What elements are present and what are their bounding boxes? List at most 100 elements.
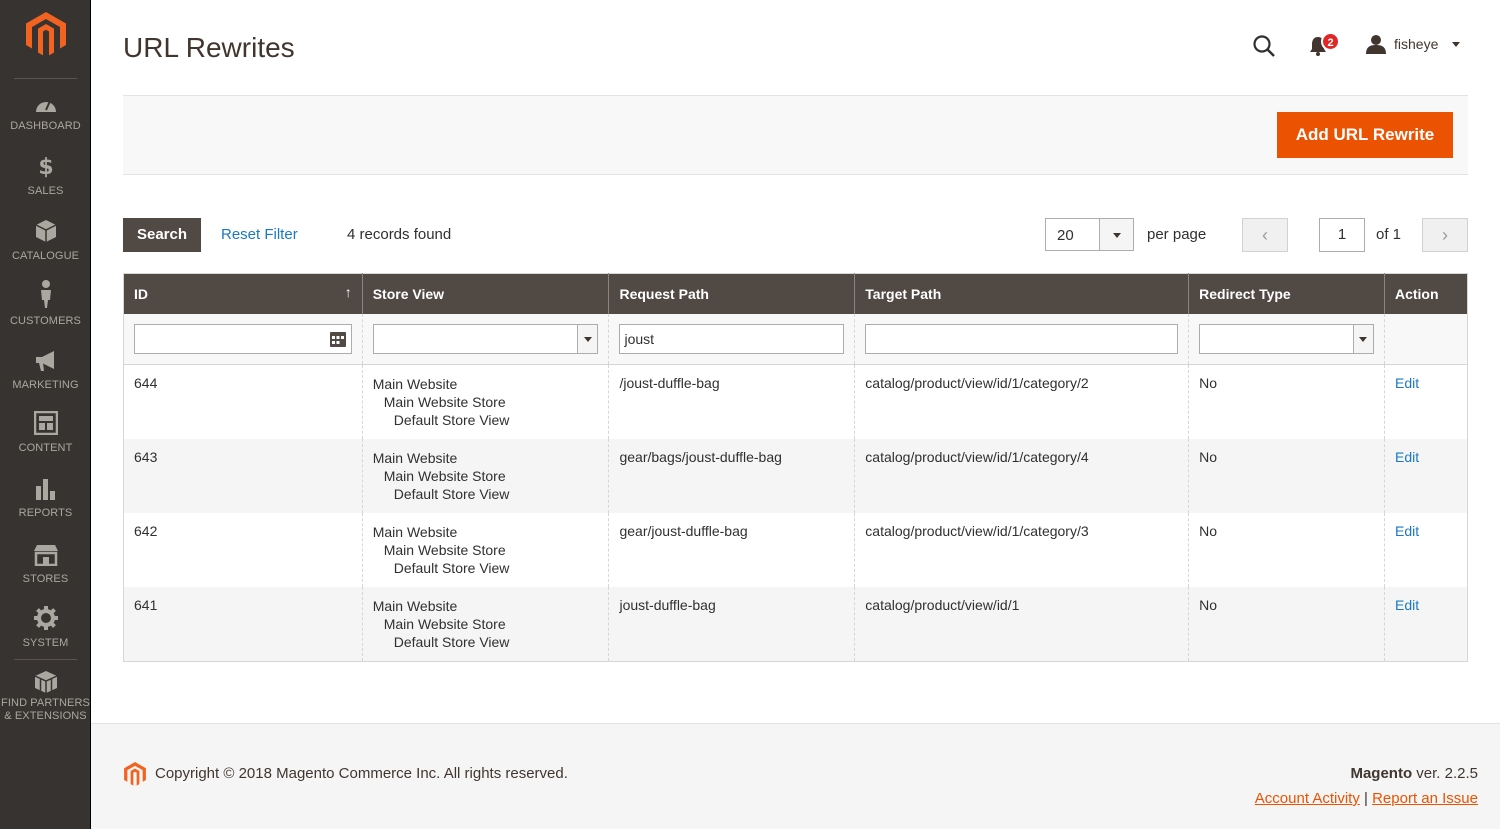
cell-redirect-type: No [1188,364,1385,439]
store-view-website: Main Website [372,524,458,540]
cell-id: 642 [123,513,363,587]
column-header-label: Redirect Type [1199,285,1291,302]
column-header-request-path[interactable]: Request Path [608,273,856,314]
column-header-store-view[interactable]: Store View [362,273,610,314]
id-filter-input[interactable] [134,323,352,354]
per-page-select[interactable]: 20 [1045,218,1134,251]
sidebar-item-label: REPORTS [18,507,73,519]
table-row[interactable]: 642 Main Website Main Website Store Defaul… [123,513,1468,587]
username: fisheye [1394,36,1439,52]
edit-link[interactable]: Edit [1395,523,1419,539]
cell-redirect-type: No [1188,587,1385,662]
edit-link[interactable]: Edit [1395,375,1419,391]
magento-logo-icon [124,762,146,786]
chevron-down-icon [1452,41,1461,47]
sidebar-item-label: CONTENT [18,442,73,454]
table-row[interactable]: 643 Main Website Main Website Store Defaul… [123,439,1468,513]
dashboard-icon [35,100,56,112]
previous-page-button[interactable]: ‹ [1242,218,1288,252]
cell-redirect-type: No [1188,513,1385,587]
magento-logo-icon[interactable] [26,12,66,56]
sidebar-item-customers[interactable]: CUSTOMERS [0,280,91,328]
sidebar-item-label: SYSTEM [22,637,69,649]
svg-text:$: $ [38,155,53,178]
cell-action: Edit [1384,364,1468,439]
target-path-filter-input[interactable] [865,323,1179,354]
column-header-label: Request Path [619,285,709,302]
store-view-store: Main Website Store [383,616,506,632]
sidebar-item-label: MARKETING [12,379,79,391]
search-button[interactable]: Search [123,218,201,252]
page-actions-bar: Add URL Rewrite [123,95,1468,175]
store-view-website: Main Website [372,450,458,466]
sidebar-item-label: SALES [27,185,64,197]
sidebar-item-stores[interactable]: STORES [0,544,91,586]
cell-target-path: catalog/product/view/id/1/category/2 [854,364,1190,439]
store-view-store: Main Website Store [383,468,506,484]
bar-chart-icon [35,479,55,500]
store-view-filter-select[interactable] [372,323,599,354]
store-view-store: Main Website Store [383,542,506,558]
megaphone-icon [35,351,54,371]
page-number-input[interactable]: 1 [1319,218,1365,252]
sidebar-item-reports[interactable]: REPORTS [0,478,91,520]
column-header-redirect-type[interactable]: Redirect Type [1188,273,1385,314]
sidebar-item-marketing[interactable]: MARKETING [0,350,91,392]
reset-filter-link[interactable]: Reset Filter [221,226,298,243]
chevron-left-icon: ‹ [1262,225,1268,245]
user-icon [1366,35,1386,54]
sidebar-item-label: CUSTOMERS [10,315,81,327]
cubes-icon [34,671,57,693]
sidebar-item-content[interactable]: CONTENT [0,411,91,455]
chevron-down-icon[interactable] [1352,324,1373,353]
search-icon[interactable] [1252,34,1276,58]
column-header-id[interactable]: ID ↑ [123,273,363,314]
cell-request-path: gear/joust-duffle-bag [608,513,856,587]
table-row[interactable]: 644 Main Website Main Website Store Defaul… [123,364,1468,439]
cell-request-path: /joust-duffle-bag [608,364,856,439]
sidebar-item-label: CATALOGUE [11,250,80,262]
store-view-store: Main Website Store [383,394,506,410]
cell-request-path: gear/bags/joust-duffle-bag [608,439,856,513]
notification-count-badge[interactable]: 2 [1321,32,1340,51]
sidebar-item-label: & EXTENSIONS [4,710,87,722]
table-row[interactable]: 641 Main Website Main Website Store Defaul… [123,587,1468,662]
sidebar-item-catalogue[interactable]: CATALOGUE [0,219,91,263]
redirect-type-filter-select[interactable] [1199,323,1374,354]
cell-request-path: joust-duffle-bag [608,587,856,662]
next-page-button[interactable]: › [1422,218,1468,252]
records-found: 4 records found [347,226,452,243]
sidebar-item-system[interactable]: SYSTEM [0,606,91,650]
page-count: of 1 [1376,226,1402,243]
cell-id: 643 [123,439,363,513]
column-header-action: Action [1384,273,1468,314]
add-url-rewrite-button[interactable]: Add URL Rewrite [1277,112,1453,158]
sort-ascending-icon: ↑ [344,284,352,300]
sidebar-item-dashboard[interactable]: DASHBOARD [0,95,91,133]
cell-action: Edit [1384,513,1468,587]
chevron-down-icon[interactable] [1099,219,1133,250]
edit-link[interactable]: Edit [1395,597,1419,613]
calendar-icon[interactable] [329,330,347,348]
version-number: ver. 2.2.5 [1412,765,1478,782]
sidebar-item-sales[interactable]: $ SALES [0,154,91,198]
url-rewrites-grid: ID ↑ Store View Request Path Target Path … [123,273,1468,662]
chevron-down-icon[interactable] [577,324,598,353]
report-issue-link[interactable]: Report an Issue [1372,790,1478,807]
cell-id: 641 [123,587,363,662]
column-header-target-path[interactable]: Target Path [854,273,1190,314]
link-separator: | [1364,790,1368,807]
action-filter-cell [1384,313,1468,365]
cell-action: Edit [1384,587,1468,662]
edit-link[interactable]: Edit [1395,449,1419,465]
request-path-filter-input[interactable]: joust [619,323,845,354]
account-activity-link[interactable]: Account Activity [1255,790,1360,807]
sidebar-item-label: STORES [22,573,69,585]
version-brand: Magento [1350,765,1413,782]
person-icon [40,280,51,308]
user-menu[interactable]: fisheye [1366,34,1461,54]
sidebar-item-partners[interactable]: FIND PARTNERS & EXTENSIONS [0,670,91,723]
store-icon [33,545,58,566]
sidebar-item-label: DASHBOARD [10,120,81,132]
column-header-label: Action [1394,285,1439,302]
